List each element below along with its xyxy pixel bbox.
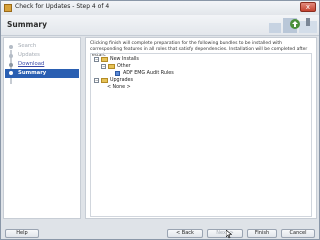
step-summary-row[interactable]: Summary [5,69,79,78]
step-indicator-icon [9,63,13,67]
back-button[interactable]: < Back [167,229,203,238]
check-for-updates-window: Check for Updates - Step 4 of 4 x Summar… [0,0,320,240]
next-button[interactable]: Next > [207,229,243,238]
update-banner-icon [269,18,317,33]
app-icon [4,4,12,12]
step-summary: Summary [18,70,47,76]
step-search: Search [18,43,37,49]
folder-icon [108,64,115,69]
tree-label: Other [117,64,131,69]
finish-button[interactable]: Finish [247,229,277,238]
wizard-steps-panel: Search Updates Download Summary [3,37,81,219]
folder-icon [101,78,108,83]
bundle-icon [115,71,120,76]
tree-label: Upgrades [110,78,134,83]
collapse-icon[interactable]: − [94,57,99,62]
bundle-tree[interactable]: − New Installs − Other ADF EMG Audit Rul… [90,53,312,217]
wizard-header: Summary [1,15,319,36]
mouse-cursor-icon [226,230,232,239]
step-indicator-icon [9,71,13,75]
tree-label: < None > [107,85,131,90]
title-bar: Check for Updates - Step 4 of 4 x [1,1,319,16]
tree-label: New Installs [110,57,139,62]
window-close-button[interactable]: x [300,2,316,12]
collapse-icon[interactable]: − [101,64,106,69]
tree-label: ADF EMG Audit Rules [123,71,174,76]
step-indicator-icon [9,54,13,58]
cancel-button[interactable]: Cancel [281,229,315,238]
step-updates: Updates [18,52,40,58]
summary-content-panel: Clicking finish will complete preparatio… [85,37,317,219]
window-title: Check for Updates - Step 4 of 4 [15,3,110,10]
help-button[interactable]: Help [5,229,39,238]
step-download[interactable]: Download [18,61,44,67]
step-indicator-icon [9,45,13,49]
collapse-icon[interactable]: − [94,78,99,83]
page-title: Summary [7,20,48,29]
folder-icon [101,57,108,62]
